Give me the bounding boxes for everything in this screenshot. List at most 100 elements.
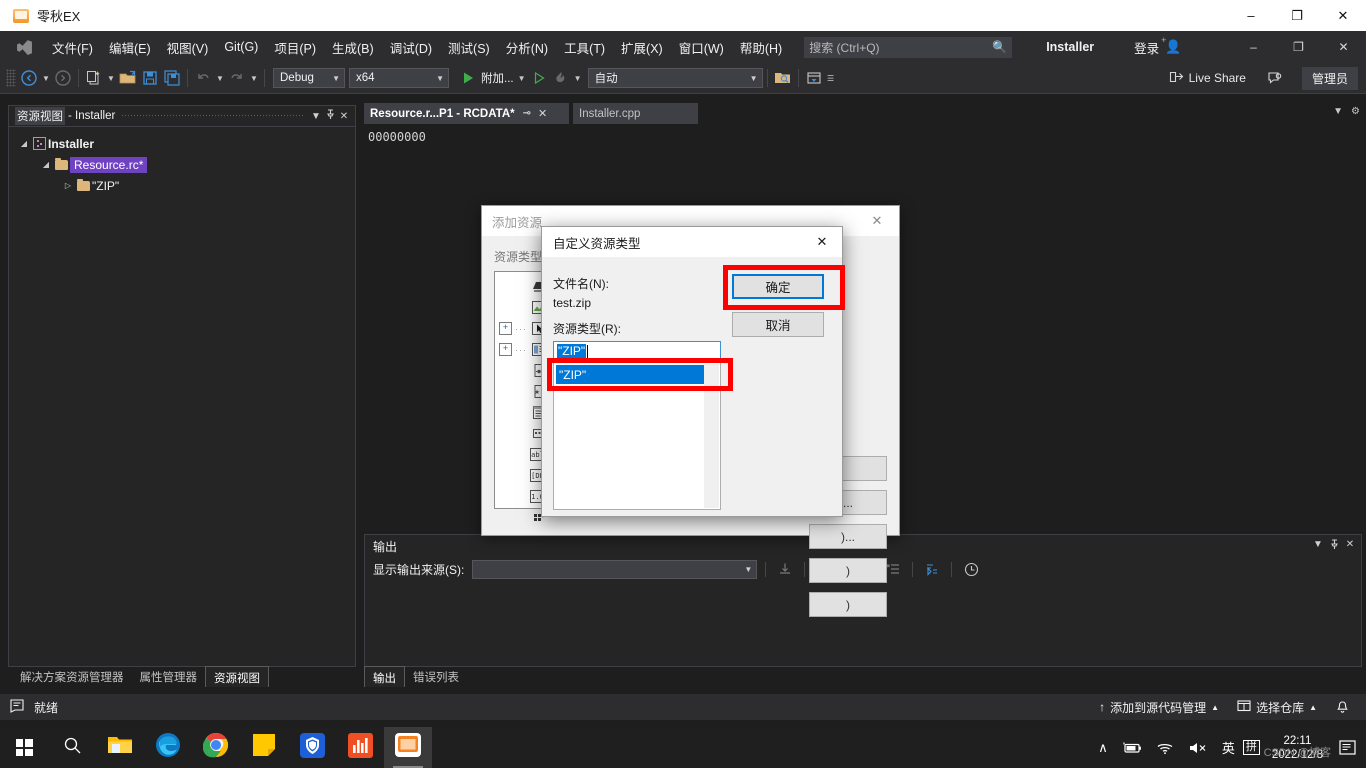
security-app-button[interactable] [288,727,336,768]
open-file-icon[interactable] [117,67,139,89]
custom-resource-close-icon[interactable]: ✕ [802,227,842,257]
pin-tab-icon[interactable]: ⊸ [523,108,531,119]
pane-drag-handle[interactable] [121,114,303,118]
tray-chevron-icon[interactable]: ∧ [1092,740,1114,756]
window-layout-icon[interactable] [803,67,825,89]
navigate-forward-icon[interactable] [52,67,74,89]
add-resource-close-icon[interactable]: ✕ [855,206,899,236]
vs-close-button[interactable]: ✕ [1321,31,1366,63]
select-repository-button[interactable]: 选择仓库 ▲ [1231,697,1323,718]
menu-item-project[interactable]: 项目(P) [266,34,324,61]
menu-item-debug[interactable]: 调试(D) [382,34,440,61]
menu-item-tools[interactable]: 工具(T) [556,34,613,61]
editor-tab-list-icon[interactable]: ▼ [1333,106,1343,117]
ime-mode-indicator[interactable]: 拼 [1242,740,1260,755]
resource-view-title[interactable]: 资源视图 [15,107,65,125]
solution-platform-combo[interactable]: x64 ▼ [349,68,449,88]
search-button[interactable] [48,727,96,768]
cancel-button[interactable]: 取消 [732,312,824,337]
bell-icon[interactable] [1329,698,1356,717]
hot-reload-dropdown[interactable]: ▼ [572,67,584,89]
add-resource-button-3[interactable]: )... [809,524,887,549]
menu-item-help[interactable]: 帮助(H) [732,34,790,61]
dock-tab-solution-explorer[interactable]: 解决方案资源管理器 [12,666,132,687]
chevron-down-icon-output[interactable]: ▼ [1311,539,1325,553]
save-all-icon[interactable] [161,67,183,89]
output-source-combo[interactable]: ▼ [472,559,758,579]
signin-button[interactable]: 登录 [1134,38,1159,57]
add-resource-button-5[interactable]: ) [809,592,887,617]
expander-icon-cursor[interactable]: + [499,322,512,335]
battery-icon[interactable] [1116,741,1148,755]
attach-dropdown[interactable]: ▼ [516,67,528,89]
gear-icon[interactable]: ⚙ [1351,106,1360,117]
file-explorer-button[interactable] [96,727,144,768]
tree-item-resource-rc[interactable]: ◢ Resource.rc* [9,154,355,175]
menu-item-git[interactable]: Git(G) [216,36,266,58]
show-timestamps-icon[interactable] [960,559,982,579]
debug-target-combo[interactable]: 自动 ▼ [587,68,763,88]
close-icon-output[interactable]: ✕ [1343,539,1357,553]
live-share-button[interactable]: Live Share [1169,70,1246,87]
vs-minimize-button[interactable]: – [1231,31,1276,63]
new-item-dropdown[interactable]: ▼ [105,67,117,89]
expander-icon-resource[interactable]: ◢ [39,160,53,169]
window-maximize-button[interactable]: ❐ [1274,0,1320,31]
editor-tab-installer-cpp[interactable]: Installer.cpp [573,103,698,124]
account-add-icon[interactable]: + 👤 [1161,35,1181,55]
pin-icon-output[interactable] [1327,539,1341,553]
chart-app-button[interactable] [336,727,384,768]
window-close-button[interactable]: ✕ [1320,0,1366,31]
editor-tab-resource-rcdata[interactable]: Resource.r...P1 - RCDATA* ⊸ ✕ [364,103,569,124]
expander-icon-dialog[interactable]: + [499,343,512,356]
google-chrome-button[interactable] [192,727,240,768]
close-icon-pane[interactable]: ✕ [337,111,351,122]
start-without-debug-icon[interactable] [528,67,550,89]
new-item-icon[interactable] [83,67,105,89]
menu-item-analyze[interactable]: 分析(N) [498,34,556,61]
navigate-back-icon[interactable] [18,67,40,89]
tree-item-zip[interactable]: ▷ "ZIP" [9,175,355,196]
attach-label[interactable]: 附加... [479,70,516,86]
toolbar-overflow-icon[interactable]: ☰ [825,67,837,89]
save-icon[interactable] [139,67,161,89]
feedback-icon[interactable] [1264,67,1286,89]
start-button[interactable] [0,727,48,768]
menu-item-build[interactable]: 生成(B) [324,34,382,61]
menu-item-test[interactable]: 测试(S) [440,34,498,61]
navigate-back-dropdown[interactable]: ▼ [40,67,52,89]
menu-item-window[interactable]: 窗口(W) [671,34,732,61]
dock-tab-resource-view[interactable]: 资源视图 [205,666,269,687]
expander-icon-installer[interactable]: ◢ [17,139,31,148]
toggle-autoscroll-icon[interactable] [921,559,943,579]
dock-tab-property-manager[interactable]: 属性管理器 [132,666,206,687]
undo-dropdown[interactable]: ▼ [214,67,226,89]
solution-configuration-combo[interactable]: Debug ▼ [273,68,345,88]
visual-studio-window-button[interactable] [384,727,432,768]
chevron-down-icon-pane[interactable]: ▼ [309,111,323,122]
menu-item-view[interactable]: 视图(V) [159,34,217,61]
ime-language-indicator[interactable]: 英 [1216,738,1241,757]
search-input[interactable]: 搜索 (Ctrl+Q) 🔍 [804,36,1013,58]
start-debug-icon[interactable] [457,67,479,89]
expander-icon-zip[interactable]: ▷ [61,181,75,190]
close-tab-icon[interactable]: ✕ [538,107,547,120]
vs-restore-button[interactable]: ❐ [1276,31,1321,63]
add-resource-button-4[interactable]: ) [809,558,887,583]
window-minimize-button[interactable]: – [1228,0,1274,31]
toolbar-grip[interactable] [6,69,16,87]
source-control-button[interactable]: ↑ 添加到源代码管理 ▲ [1093,697,1225,718]
volume-mute-icon[interactable] [1182,741,1214,755]
dock-tab-error-list[interactable]: 错误列表 [405,666,467,687]
menu-item-extensions[interactable]: 扩展(X) [613,34,671,61]
sticky-notes-button[interactable] [240,727,288,768]
dock-tab-output[interactable]: 输出 [364,666,405,687]
action-center-icon[interactable] [1333,739,1362,756]
menu-item-file[interactable]: 文件(F) [44,34,101,61]
search-folder-icon[interactable] [772,67,794,89]
pin-icon[interactable] [323,109,337,123]
tree-item-installer[interactable]: ◢ Installer [9,133,355,154]
redo-dropdown[interactable]: ▼ [248,67,260,89]
microsoft-edge-button[interactable] [144,727,192,768]
wifi-icon[interactable] [1150,741,1180,755]
